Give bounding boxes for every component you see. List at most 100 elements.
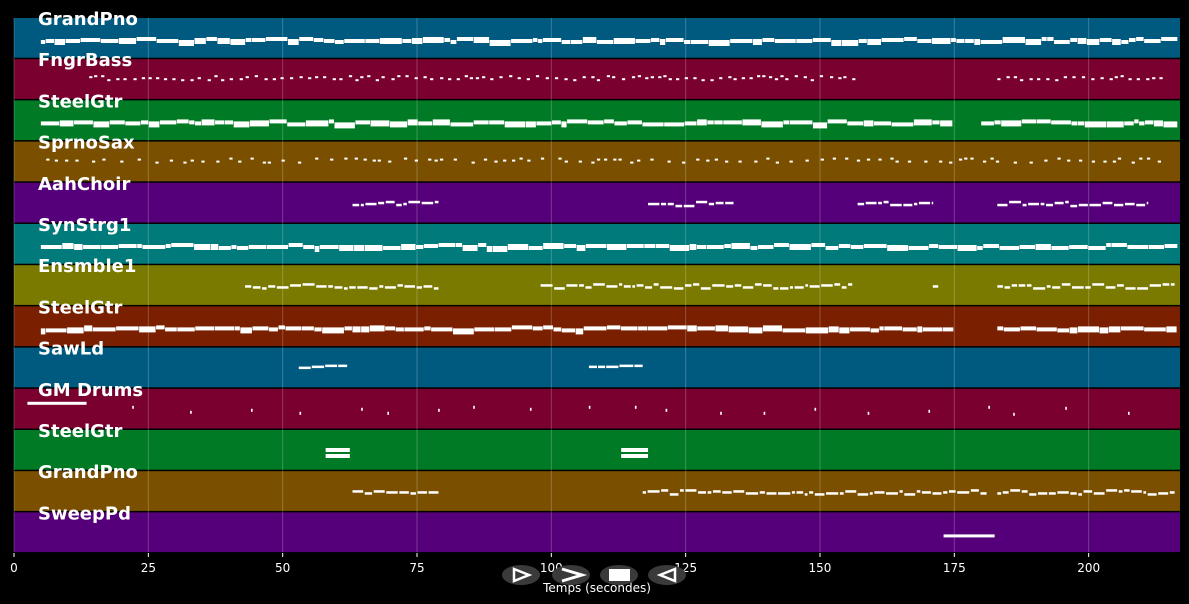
note bbox=[107, 79, 111, 82]
note bbox=[997, 326, 1004, 331]
note bbox=[667, 202, 674, 206]
note bbox=[102, 158, 106, 161]
note bbox=[828, 326, 839, 333]
note bbox=[834, 283, 841, 286]
note bbox=[1152, 77, 1156, 80]
note bbox=[606, 75, 611, 78]
note bbox=[604, 119, 614, 124]
note bbox=[848, 283, 853, 286]
note bbox=[710, 79, 714, 82]
note bbox=[267, 245, 289, 249]
note bbox=[40, 40, 46, 44]
track-label: SprnoSax bbox=[38, 133, 135, 154]
note bbox=[375, 79, 379, 82]
note bbox=[266, 37, 288, 41]
note bbox=[650, 158, 654, 161]
note bbox=[229, 78, 233, 81]
track-label: GM Drums bbox=[38, 380, 143, 401]
note bbox=[462, 245, 478, 251]
note bbox=[448, 78, 452, 81]
note bbox=[142, 245, 166, 249]
note bbox=[630, 161, 634, 164]
note bbox=[1093, 492, 1105, 495]
note bbox=[796, 39, 813, 43]
note bbox=[433, 287, 439, 290]
note bbox=[821, 284, 833, 287]
note bbox=[832, 157, 836, 160]
note bbox=[240, 327, 252, 334]
note bbox=[675, 204, 683, 208]
note bbox=[414, 77, 418, 80]
note bbox=[159, 120, 177, 125]
note bbox=[233, 121, 250, 128]
note bbox=[302, 283, 315, 286]
note bbox=[75, 159, 79, 162]
note bbox=[422, 37, 444, 43]
note bbox=[440, 77, 444, 80]
note bbox=[1071, 121, 1077, 126]
note bbox=[248, 245, 267, 249]
note bbox=[207, 79, 211, 82]
note bbox=[723, 120, 742, 125]
note bbox=[335, 40, 344, 44]
note bbox=[535, 75, 540, 78]
note bbox=[841, 286, 847, 289]
note bbox=[27, 401, 87, 405]
note bbox=[564, 244, 577, 248]
note bbox=[847, 121, 864, 126]
note bbox=[903, 203, 913, 207]
note bbox=[339, 78, 343, 81]
play-button[interactable] bbox=[502, 565, 540, 585]
note bbox=[607, 325, 621, 330]
note bbox=[1047, 37, 1054, 41]
note bbox=[1103, 160, 1107, 163]
stop-button[interactable] bbox=[600, 565, 638, 585]
note bbox=[239, 78, 243, 81]
x-tick-label: 175 bbox=[943, 561, 966, 575]
note bbox=[118, 244, 137, 248]
note bbox=[299, 37, 314, 41]
note bbox=[250, 408, 253, 412]
note bbox=[644, 244, 656, 248]
note bbox=[663, 75, 667, 78]
note bbox=[752, 39, 762, 45]
note bbox=[424, 326, 431, 331]
note bbox=[299, 76, 303, 79]
note bbox=[195, 326, 215, 331]
note bbox=[585, 286, 592, 289]
note bbox=[579, 284, 584, 287]
note bbox=[1046, 285, 1051, 288]
track-lane bbox=[14, 141, 1180, 182]
note bbox=[453, 328, 474, 335]
note bbox=[1041, 37, 1047, 41]
note bbox=[504, 121, 526, 128]
note bbox=[172, 78, 176, 81]
note bbox=[680, 489, 684, 492]
note bbox=[434, 200, 439, 204]
note bbox=[696, 245, 707, 249]
note bbox=[940, 120, 953, 127]
note bbox=[614, 121, 627, 126]
note bbox=[438, 243, 456, 247]
note bbox=[714, 120, 723, 125]
note bbox=[812, 38, 831, 42]
note bbox=[931, 201, 934, 205]
note bbox=[339, 245, 354, 251]
note bbox=[714, 158, 718, 161]
note bbox=[1083, 490, 1093, 493]
note bbox=[464, 75, 468, 78]
note bbox=[650, 76, 654, 79]
note bbox=[642, 122, 664, 127]
note bbox=[290, 77, 294, 80]
rewind-button[interactable] bbox=[648, 565, 686, 585]
fast-forward-button[interactable] bbox=[552, 565, 590, 585]
note bbox=[1161, 37, 1178, 41]
note bbox=[708, 202, 715, 206]
note bbox=[1131, 161, 1135, 164]
note bbox=[123, 78, 127, 81]
note bbox=[774, 243, 789, 247]
note bbox=[1037, 492, 1048, 495]
note bbox=[606, 365, 619, 369]
note bbox=[780, 287, 789, 290]
x-tick-label: 50 bbox=[275, 561, 290, 575]
